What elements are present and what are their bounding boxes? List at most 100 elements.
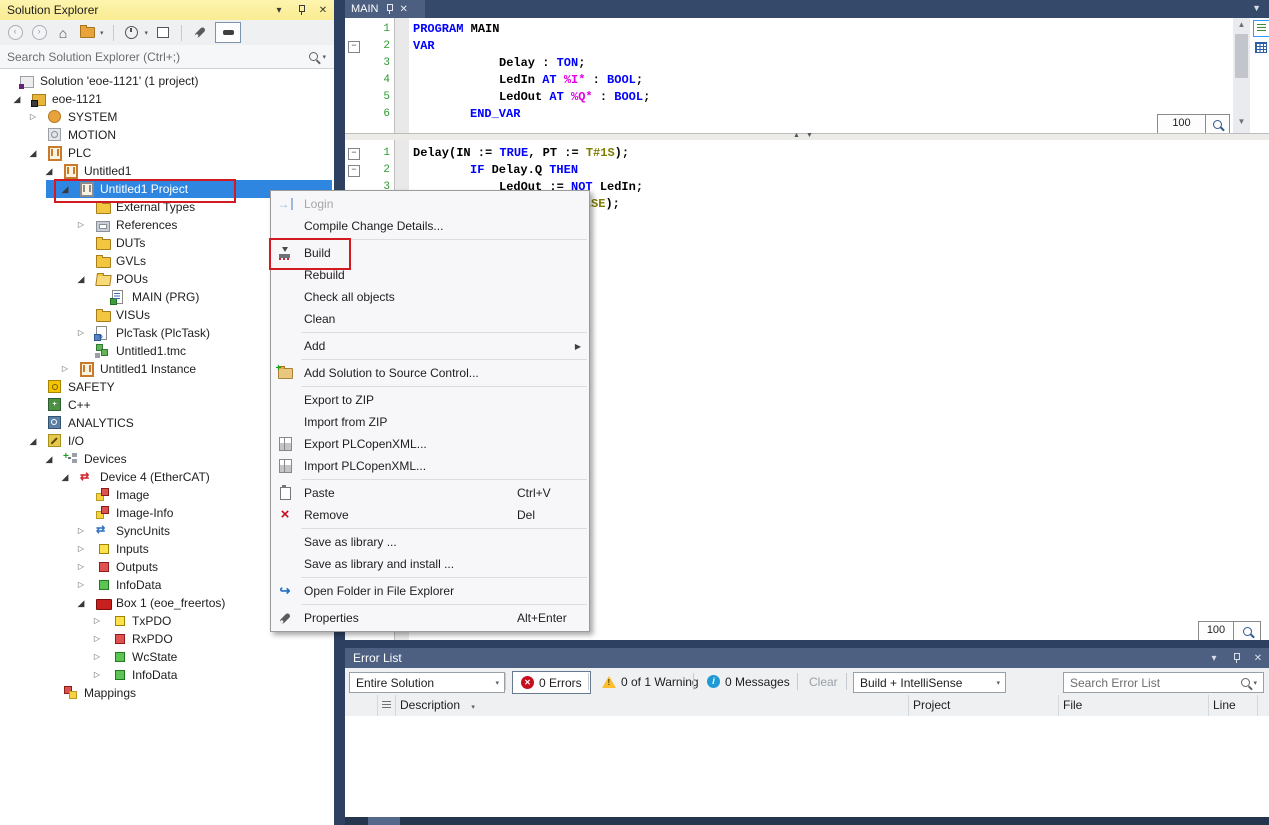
pin-icon[interactable] bbox=[385, 3, 394, 15]
tree-expand-icon[interactable]: ▷ bbox=[91, 612, 103, 630]
tree-collapse-icon[interactable]: ◢ bbox=[59, 468, 71, 486]
search-icon[interactable] bbox=[1241, 678, 1250, 687]
splitter-down-icon[interactable]: ▼ bbox=[806, 132, 813, 139]
fold-collapse-icon[interactable]: − bbox=[348, 165, 360, 177]
tree-item-solution-eoe-1121-1-project[interactable]: Solution 'eoe-1121' (1 project) bbox=[0, 72, 334, 90]
tree-collapse-icon[interactable]: ◢ bbox=[43, 162, 55, 180]
tree-expand-icon[interactable]: ▷ bbox=[75, 558, 87, 576]
code-line-5[interactable]: 5LedOut AT %Q* : BOOL; bbox=[345, 89, 1269, 106]
menu-item-export-plcopenxml[interactable]: Export PLCopenXML... bbox=[271, 433, 589, 455]
tree-collapse-icon[interactable]: ◢ bbox=[59, 180, 71, 198]
scrollbar-vertical[interactable]: ▲ ▼ bbox=[1233, 18, 1250, 133]
column-project[interactable]: Project bbox=[908, 695, 1059, 716]
tree-expand-icon[interactable]: ▷ bbox=[75, 324, 87, 342]
scrollbar-thumb[interactable] bbox=[1235, 34, 1248, 78]
devices-icon bbox=[64, 452, 78, 466]
tree-expand-icon[interactable]: ▷ bbox=[91, 666, 103, 684]
code-line-6[interactable]: 6END_VAR bbox=[345, 106, 1269, 123]
menu-item-import-plcopenxml[interactable]: Import PLCopenXML... bbox=[271, 455, 589, 477]
scrollbar-thumb[interactable] bbox=[368, 817, 400, 825]
tree-item-motion[interactable]: MOTION bbox=[0, 126, 334, 144]
menu-item-compile-change-details[interactable]: Compile Change Details... bbox=[271, 215, 589, 237]
messages-filter-button[interactable]: i 0 Messages bbox=[699, 671, 798, 692]
window-position-icon[interactable]: ▾ bbox=[1207, 651, 1221, 665]
panel-splitter-horizontal[interactable] bbox=[345, 640, 1269, 648]
tree-expand-icon[interactable]: ▷ bbox=[75, 540, 87, 558]
menu-item-open-folder-in-file-explorer[interactable]: ↪Open Folder in File Explorer bbox=[271, 580, 589, 602]
error-list-body[interactable] bbox=[345, 716, 1269, 817]
chevron-down-icon[interactable]: ▾ bbox=[471, 704, 475, 711]
tree-item-eoe-1121[interactable]: ◢eoe-1121 bbox=[0, 90, 334, 108]
tree-expand-icon[interactable]: ▷ bbox=[91, 630, 103, 648]
menu-item-add[interactable]: Add▶ bbox=[271, 335, 589, 357]
fold-collapse-icon[interactable]: − bbox=[348, 148, 360, 160]
tree-expand-icon[interactable]: ▷ bbox=[75, 576, 87, 594]
tree-item-mappings[interactable]: Mappings bbox=[0, 684, 334, 702]
column-severity-icon[interactable] bbox=[377, 695, 396, 716]
table-view-button[interactable] bbox=[1253, 40, 1268, 55]
tab-main[interactable]: MAIN ✕ bbox=[345, 0, 425, 18]
menu-item-export-to-zip[interactable]: Export to ZIP bbox=[271, 389, 589, 411]
scroll-up-icon[interactable]: ▲ bbox=[1233, 18, 1250, 32]
close-icon[interactable]: ✕ bbox=[1251, 651, 1265, 665]
editor-zoom-level[interactable]: 100 bbox=[1198, 621, 1234, 640]
menu-item-save-as-library-and-install[interactable]: Save as library and install ... bbox=[271, 553, 589, 575]
clear-button[interactable]: Clear bbox=[803, 671, 844, 692]
menu-item-check-all-objects[interactable]: Check all objects bbox=[271, 286, 589, 308]
code-line-2[interactable]: −2IF Delay.Q THEN bbox=[345, 162, 1269, 179]
pin-icon[interactable] bbox=[1229, 651, 1243, 665]
tree-item-wcstate[interactable]: ▷WcState bbox=[0, 648, 334, 666]
tree-expand-icon[interactable]: ▷ bbox=[75, 522, 87, 540]
scroll-down-icon[interactable]: ▼ bbox=[1233, 115, 1250, 129]
code-line-1[interactable]: 1PROGRAM MAIN bbox=[345, 21, 1269, 38]
tree-expand-icon[interactable]: ▷ bbox=[91, 648, 103, 666]
text-view-button[interactable] bbox=[1253, 20, 1269, 37]
tab-list-dropdown-icon[interactable]: ▼ bbox=[1252, 3, 1261, 13]
menu-item-add-solution-to-source-control[interactable]: +Add Solution to Source Control... bbox=[271, 362, 589, 384]
code-line-4[interactable]: 4LedIn AT %I* : BOOL; bbox=[345, 72, 1269, 89]
tree-item-infodata[interactable]: ▷InfoData bbox=[0, 666, 334, 684]
warnings-filter-button[interactable]: 0 of 1 Warning bbox=[594, 671, 707, 692]
declaration-editor[interactable]: 1PROGRAM MAIN−2VAR3Delay : TON;4LedIn AT… bbox=[345, 18, 1269, 133]
fold-collapse-icon[interactable]: − bbox=[348, 41, 360, 53]
column-line[interactable]: Line bbox=[1208, 695, 1258, 716]
code-line-1[interactable]: −1Delay(IN := TRUE, PT := T#1S); bbox=[345, 145, 1269, 162]
tree-expand-icon[interactable]: ▷ bbox=[59, 360, 71, 378]
tree-collapse-icon[interactable]: ◢ bbox=[27, 432, 39, 450]
column-blank[interactable] bbox=[345, 695, 378, 716]
tree-collapse-icon[interactable]: ◢ bbox=[27, 144, 39, 162]
menu-item-paste[interactable]: PasteCtrl+V bbox=[271, 482, 589, 504]
editor-zoom-level[interactable]: 100 bbox=[1157, 114, 1206, 133]
column-file[interactable]: File bbox=[1058, 695, 1209, 716]
zoom-magnifier-icon[interactable] bbox=[1233, 621, 1261, 640]
menu-item-build[interactable]: Build bbox=[271, 242, 589, 264]
menu-item-clean[interactable]: Clean bbox=[271, 308, 589, 330]
menu-item-rebuild[interactable]: Rebuild bbox=[271, 264, 589, 286]
menu-item-import-from-zip[interactable]: Import from ZIP bbox=[271, 411, 589, 433]
tree-item-system[interactable]: ▷SYSTEM bbox=[0, 108, 334, 126]
search-input[interactable] bbox=[1064, 675, 1241, 691]
source-filter-dropdown[interactable]: Build + IntelliSense▾ bbox=[853, 672, 1006, 693]
code-line-2[interactable]: −2VAR bbox=[345, 38, 1269, 55]
scrollbar-horizontal[interactable] bbox=[345, 817, 1269, 825]
chevron-down-icon[interactable]: ▾ bbox=[1253, 679, 1257, 687]
scope-filter-dropdown[interactable]: Entire Solution▾ bbox=[349, 672, 505, 693]
tree-collapse-icon[interactable]: ◢ bbox=[43, 450, 55, 468]
tree-item-untitled1[interactable]: ◢Untitled1 bbox=[0, 162, 334, 180]
splitter-up-icon[interactable]: ▲ bbox=[793, 132, 800, 139]
menu-item-properties[interactable]: PropertiesAlt+Enter bbox=[271, 607, 589, 629]
tree-collapse-icon[interactable]: ◢ bbox=[11, 90, 23, 108]
zoom-magnifier-icon[interactable] bbox=[1205, 114, 1230, 133]
errors-filter-button[interactable]: ✕ 0 Errors bbox=[512, 671, 591, 694]
tree-item-plc[interactable]: ◢PLC bbox=[0, 144, 334, 162]
tree-expand-icon[interactable]: ▷ bbox=[27, 108, 39, 126]
column-description[interactable]: Description ▾ bbox=[395, 695, 909, 716]
close-icon[interactable]: ✕ bbox=[400, 4, 408, 15]
menu-item-save-as-library[interactable]: Save as library ... bbox=[271, 531, 589, 553]
menu-item-remove[interactable]: ×RemoveDel bbox=[271, 504, 589, 526]
tree-collapse-icon[interactable]: ◢ bbox=[75, 594, 87, 612]
code-line-3[interactable]: 3Delay : TON; bbox=[345, 55, 1269, 72]
tree-item-rxpdo[interactable]: ▷RxPDO bbox=[0, 630, 334, 648]
tree-collapse-icon[interactable]: ◢ bbox=[75, 270, 87, 288]
tree-expand-icon[interactable]: ▷ bbox=[75, 216, 87, 234]
